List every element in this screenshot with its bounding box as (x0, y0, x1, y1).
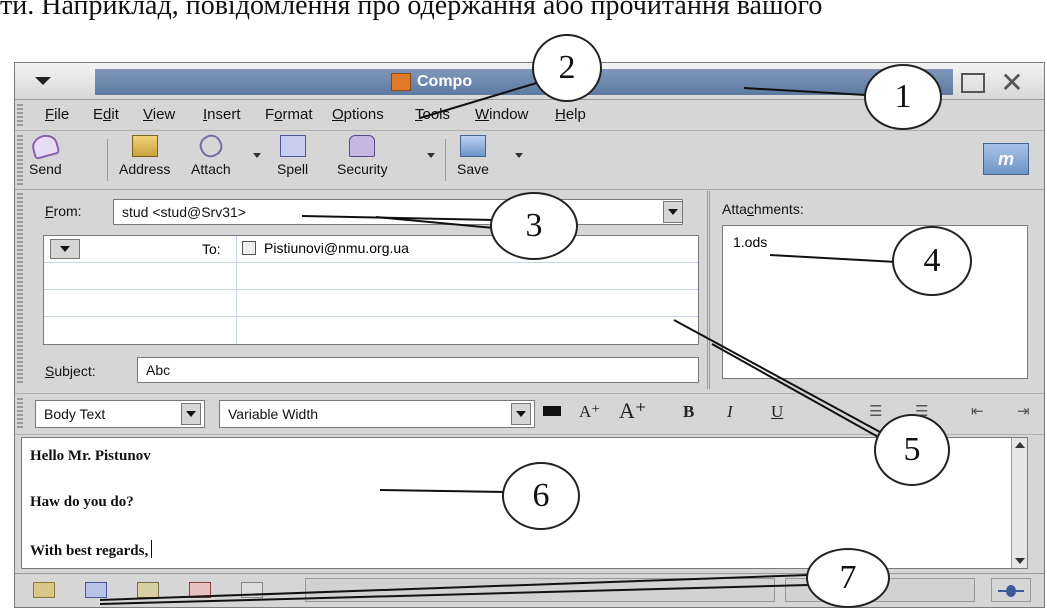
chevron-down-icon (60, 246, 70, 252)
window-title-text: Compo (417, 73, 473, 90)
online-status-icon[interactable] (991, 578, 1031, 602)
spell-check-icon (279, 135, 306, 157)
formatbar-grip[interactable] (17, 398, 23, 430)
menu-file[interactable]: File (45, 106, 69, 123)
status-message-field (305, 578, 775, 602)
attachment-item[interactable]: 1.ods (733, 234, 767, 250)
scroll-up-icon[interactable] (1015, 442, 1025, 448)
scroll-down-icon[interactable] (1015, 558, 1025, 564)
lock-icon (349, 135, 376, 157)
recipient-row[interactable] (44, 263, 698, 290)
menu-insert[interactable]: Insert (203, 106, 241, 123)
title-strip (95, 69, 953, 95)
indent-icon[interactable]: ⇥ (1017, 402, 1030, 421)
toolbar-grip[interactable] (17, 135, 23, 185)
chevron-down-icon (668, 209, 678, 215)
vertical-scrollbar[interactable] (1011, 438, 1027, 568)
attachments-label: Attachments: (722, 201, 804, 217)
headers-grip[interactable] (17, 193, 23, 383)
maximize-button[interactable] (961, 73, 985, 93)
paragraph-style-dropdown[interactable] (181, 403, 201, 425)
recipient-column-divider (236, 236, 237, 344)
text-color-icon[interactable] (543, 406, 561, 416)
send-button[interactable]: Send (29, 132, 62, 185)
navigator-icon[interactable] (33, 582, 55, 598)
body-line: Haw do you do? (30, 494, 134, 510)
save-button[interactable]: Save (457, 135, 489, 185)
chevron-down-icon (516, 411, 526, 417)
window-title: Compo (391, 71, 472, 93)
body-line: Hello Mr. Pistunov (30, 448, 151, 464)
compose-app-icon (391, 73, 411, 91)
security-button[interactable]: Security (337, 135, 388, 185)
save-icon (459, 135, 486, 157)
save-dropdown-arrow[interactable] (515, 153, 523, 158)
recipient-row[interactable]: To: Pistiunovi@nmu.org.ua (44, 236, 698, 263)
italic-icon[interactable]: I (727, 402, 733, 422)
body-line: With best regards, (30, 540, 153, 560)
callout-7: 7 (806, 548, 890, 608)
subject-input[interactable]: Abc (137, 357, 699, 383)
to-label: To: (202, 241, 221, 257)
menu-tools[interactable]: Tools (415, 106, 450, 123)
callout-6: 6 (502, 462, 580, 530)
irc-icon[interactable] (241, 582, 263, 598)
callout-1: 1 (864, 64, 942, 130)
address-book-status-icon[interactable] (189, 582, 211, 598)
subject-label: Subject: (45, 363, 96, 379)
font-dropdown[interactable] (511, 403, 531, 425)
outdent-icon[interactable]: ⇤ (971, 402, 984, 421)
menu-format[interactable]: Format (265, 106, 313, 123)
menu-edit[interactable]: Edit (93, 106, 119, 123)
menu-options[interactable]: Options (332, 106, 384, 123)
bullet-list-icon[interactable]: ☰ (869, 402, 882, 421)
send-icon (29, 132, 61, 160)
font-select[interactable]: Variable Width (219, 400, 535, 428)
to-address[interactable]: Pistiunovi@nmu.org.ua (264, 240, 409, 256)
document-text: ти. Наприклад, повідомлення про одержанн… (0, 0, 823, 21)
mail-icon[interactable] (85, 582, 107, 598)
text-caret (151, 540, 153, 558)
message-headers: From: stud <stud@Srv31> To: Pistiunovi@n… (15, 191, 701, 391)
attach-button[interactable]: Attach (191, 130, 231, 185)
callout-4: 4 (892, 226, 972, 296)
spell-button[interactable]: Spell (277, 135, 308, 185)
recipients-table: To: Pistiunovi@nmu.org.ua (43, 235, 699, 345)
paragraph-style-select[interactable]: Body Text (35, 400, 205, 428)
callout-3: 3 (490, 192, 578, 260)
bold-icon[interactable]: B (683, 402, 694, 422)
address-book-icon (131, 135, 158, 157)
brand-logo: m (983, 143, 1029, 175)
recipient-row[interactable] (44, 290, 698, 317)
security-dropdown-arrow[interactable] (427, 153, 435, 158)
callout-5: 5 (874, 414, 950, 486)
menu-help[interactable]: Help (555, 106, 586, 123)
underline-icon[interactable]: U (771, 402, 783, 422)
recipient-row[interactable] (44, 317, 698, 344)
from-dropdown-button[interactable] (663, 201, 683, 223)
from-select[interactable]: stud <stud@Srv31> (113, 199, 683, 225)
menu-window[interactable]: Window (475, 106, 528, 123)
contact-card-icon (242, 241, 256, 255)
menubar-grip[interactable] (17, 104, 23, 126)
toolbar-separator (107, 139, 108, 181)
paperclip-icon (195, 130, 226, 162)
window-menu-button[interactable] (23, 66, 63, 96)
toolbar-separator (445, 139, 446, 181)
chevron-down-icon (186, 411, 196, 417)
font-larger-icon[interactable]: A⁺ (619, 398, 647, 424)
attach-dropdown-arrow[interactable] (253, 153, 261, 158)
main-toolbar: Send Address Attach Spell Security Save … (15, 130, 1044, 190)
from-label: From: (45, 203, 82, 219)
composer-icon[interactable] (137, 582, 159, 598)
address-type-dropdown[interactable] (50, 239, 80, 259)
attachments-list[interactable]: 1.ods (722, 225, 1028, 379)
font-smaller-icon[interactable]: A⁺ (579, 402, 600, 422)
menu-view[interactable]: View (143, 106, 175, 123)
callout-2: 2 (532, 34, 602, 102)
attachments-panel: Attachments: 1.ods (707, 191, 1040, 389)
close-button[interactable]: ✕ (997, 69, 1027, 97)
address-button[interactable]: Address (119, 135, 170, 185)
triangle-down-icon (35, 77, 51, 85)
